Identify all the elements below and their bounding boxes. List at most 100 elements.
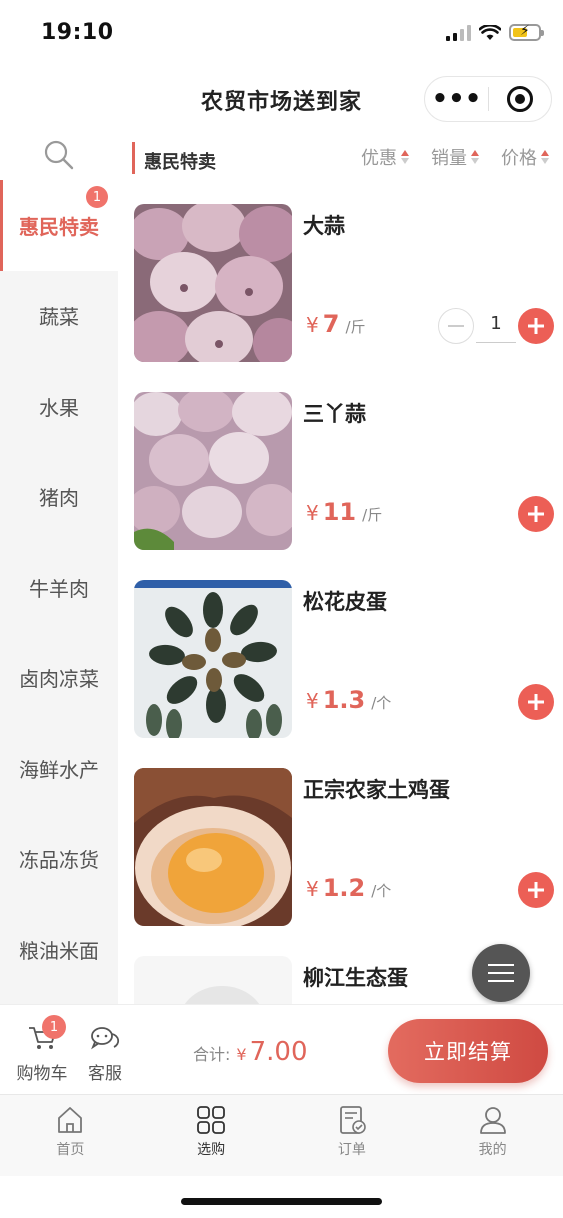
more-dots-icon[interactable]: ••• [425, 86, 488, 112]
sort-price[interactable]: 价格 [501, 144, 549, 170]
product-image[interactable] [134, 956, 292, 1004]
minus-icon [448, 325, 464, 327]
home-icon [58, 1107, 83, 1133]
sort-arrows-icon [471, 150, 479, 164]
sort-arrows-icon [401, 150, 409, 164]
menu-fab-button[interactable] [472, 944, 530, 1002]
price-currency: ¥ [306, 689, 319, 713]
sidebar-item-label: 水果 [39, 395, 79, 420]
quantity-stepper [518, 496, 554, 532]
product-name: 大蒜 [303, 214, 345, 238]
total-label: 合计: [193, 1045, 231, 1064]
price-value: 1.2 [322, 874, 366, 902]
sidebar-item-label: 惠民特卖 [19, 214, 99, 239]
product-price: ¥ 7 /斤 [306, 310, 366, 338]
sort-sales[interactable]: 销量 [431, 144, 479, 170]
search-button[interactable] [0, 130, 118, 180]
cart-button[interactable]: 1 购物车 [14, 1015, 70, 1084]
sort-arrows-icon [541, 150, 549, 164]
search-icon [44, 140, 74, 170]
add-to-cart-button[interactable] [518, 872, 554, 908]
title-accent-bar [132, 142, 135, 174]
sidebar-item-grain-oil[interactable]: 粮油米面 [0, 904, 118, 995]
sidebar-item-seafood[interactable]: 海鲜水产 [0, 723, 118, 814]
product-image[interactable] [134, 392, 292, 550]
battery-icon: ⚡ [509, 23, 544, 41]
product-price: ¥ 1.2 /个 [306, 874, 391, 902]
price-unit: /个 [371, 882, 392, 900]
checkout-button[interactable]: 立即结算 [388, 1019, 548, 1083]
status-time: 19:10 [41, 20, 114, 45]
product-image[interactable] [134, 768, 292, 926]
tab-me[interactable]: 我的 [422, 1095, 563, 1176]
sidebar-item-label: 牛羊肉 [29, 576, 89, 601]
sidebar-item-label: 卤肉凉菜 [19, 667, 99, 692]
category-sidebar: 惠民特卖 1 蔬菜 水果 猪肉 牛羊肉 卤肉凉菜 海鲜水产 冻品冻货 粮油米面 [0, 130, 118, 1004]
service-label: 客服 [88, 1064, 122, 1084]
sidebar-item-label: 蔬菜 [39, 305, 79, 330]
nav-bar: 农贸市场送到家 ••• [0, 66, 563, 130]
order-icon [339, 1106, 366, 1134]
tab-label: 订单 [337, 1142, 366, 1158]
sort-label: 价格 [501, 148, 537, 169]
tab-label: 选购 [197, 1142, 226, 1158]
product-card[interactable]: 松花皮蛋 ¥ 1.3 /个 [134, 580, 554, 738]
product-name: 正宗农家土鸡蛋 [303, 778, 450, 802]
close-button[interactable] [489, 86, 551, 112]
cart-total: 合计: ¥ 7.00 [193, 1037, 307, 1067]
chat-icon [91, 1027, 120, 1050]
price-value: 11 [322, 498, 357, 526]
wifi-icon [479, 24, 501, 40]
total-currency: ¥ [236, 1045, 247, 1064]
price-currency: ¥ [306, 877, 319, 901]
tab-shop[interactable]: 选购 [141, 1095, 282, 1176]
product-name: 柳江生态蛋 [303, 966, 408, 990]
cart-bar: 1 购物车 客服 合计: ¥ 7.00 立即结算 [0, 1004, 563, 1094]
sort-options: 优惠 销量 价格 [361, 144, 549, 170]
status-bar: 19:10 ⚡ [0, 0, 563, 66]
sidebar-item-fruit[interactable]: 水果 [0, 361, 118, 452]
add-to-cart-button[interactable] [518, 308, 554, 344]
sort-label: 销量 [431, 148, 467, 169]
user-icon [479, 1107, 506, 1134]
sidebar-item-vegetables[interactable]: 蔬菜 [0, 271, 118, 362]
target-close-icon [506, 86, 533, 112]
cart-badge: 1 [42, 1015, 66, 1039]
add-to-cart-button[interactable] [518, 684, 554, 720]
price-unit: /斤 [345, 318, 366, 336]
category-title: 惠民特卖 [144, 152, 216, 173]
total-amount: 7.00 [249, 1037, 308, 1067]
product-price: ¥ 1.3 /个 [306, 686, 391, 714]
product-card[interactable]: 大蒜 ¥ 7 /斤 1 [134, 204, 554, 362]
quantity-stepper [518, 684, 554, 720]
tab-orders[interactable]: 订单 [282, 1095, 423, 1176]
sort-label: 优惠 [361, 148, 397, 169]
product-name: 三丫蒜 [303, 402, 366, 426]
product-card[interactable]: 正宗农家土鸡蛋 ¥ 1.2 /个 [134, 768, 554, 926]
sidebar-badge: 1 [86, 186, 108, 208]
product-image[interactable] [134, 580, 292, 738]
decrease-button[interactable] [438, 308, 474, 344]
sidebar-item-label: 粮油米面 [19, 938, 99, 963]
price-unit: /斤 [362, 506, 383, 524]
sidebar-item-pork[interactable]: 猪肉 [0, 452, 118, 543]
tab-home[interactable]: 首页 [0, 1095, 141, 1176]
sidebar-item-huimin[interactable]: 惠民特卖 1 [0, 180, 118, 271]
quantity-input[interactable]: 1 [476, 309, 516, 343]
add-to-cart-button[interactable] [518, 496, 554, 532]
sidebar-item-beef-mutton[interactable]: 牛羊肉 [0, 542, 118, 633]
cart-label: 购物车 [16, 1064, 68, 1084]
tab-label: 我的 [478, 1142, 507, 1158]
sidebar-item-braised-cold[interactable]: 卤肉凉菜 [0, 633, 118, 724]
status-icons: ⚡ [446, 23, 544, 41]
grid-icon [197, 1106, 226, 1134]
sidebar-item-frozen[interactable]: 冻品冻货 [0, 814, 118, 905]
price-unit: /个 [371, 694, 392, 712]
sort-discount[interactable]: 优惠 [361, 144, 409, 170]
sidebar-item-label: 海鲜水产 [19, 757, 99, 782]
product-card[interactable]: 三丫蒜 ¥ 11 /斤 [134, 392, 554, 550]
menu-icon [488, 964, 514, 966]
product-image[interactable] [134, 204, 292, 362]
customer-service-button[interactable]: 客服 [86, 1025, 124, 1084]
price-value: 7 [322, 310, 340, 338]
